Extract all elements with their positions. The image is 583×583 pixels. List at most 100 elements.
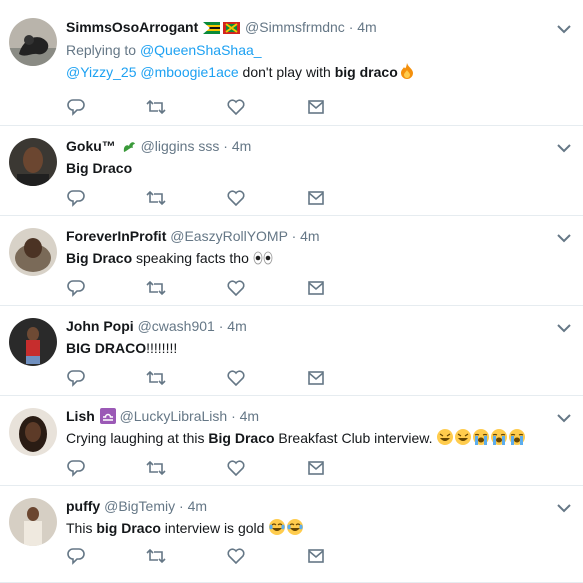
envelope-icon[interactable] bbox=[306, 188, 326, 208]
timestamp[interactable]: 4m bbox=[300, 228, 319, 244]
chevron-down-icon[interactable] bbox=[557, 503, 571, 513]
tweet[interactable]: SimmsOsoArrogant @Simmsfrmdnc · 4m Reply… bbox=[0, 0, 583, 126]
chevron-down-icon[interactable] bbox=[557, 143, 571, 153]
highlight-text: big draco bbox=[334, 64, 398, 80]
avatar[interactable] bbox=[9, 138, 57, 186]
display-name[interactable]: ForeverInProfit bbox=[66, 228, 166, 244]
user-handle[interactable]: @liggins sss bbox=[141, 138, 220, 154]
tweet-feed: SimmsOsoArrogant @Simmsfrmdnc · 4m Reply… bbox=[0, 0, 583, 583]
text-segment: Crying laughing at this bbox=[66, 430, 209, 446]
display-name[interactable]: SimmsOsoArrogant bbox=[66, 19, 198, 35]
tweet[interactable]: Goku™ @liggins sss · 4m Big Draco bbox=[0, 126, 583, 216]
user-handle[interactable]: @cwash901 bbox=[138, 318, 215, 334]
mention-link[interactable]: @QueenShaShaa_ bbox=[140, 42, 262, 58]
avatar[interactable] bbox=[9, 318, 57, 366]
text-segment: interview is gold bbox=[160, 520, 269, 536]
timestamp[interactable]: 4m bbox=[240, 408, 259, 424]
user-handle[interactable]: @EaszyRollYOMP bbox=[170, 228, 287, 244]
avatar[interactable] bbox=[9, 18, 57, 66]
envelope-icon[interactable] bbox=[306, 97, 326, 117]
tweet[interactable]: puffy @BigTemiy · 4m This big Draco inte… bbox=[0, 486, 583, 583]
heart-icon[interactable] bbox=[226, 278, 246, 298]
text-segment: !!!!!!!! bbox=[146, 340, 178, 356]
separator: · bbox=[291, 228, 297, 244]
fire-emoji-icon bbox=[398, 62, 416, 85]
reply-icon[interactable] bbox=[66, 278, 86, 298]
tweet-text: Big Draco bbox=[66, 158, 553, 178]
tweet-text: @Yizzy_25 @mboogie1ace don't play with b… bbox=[66, 62, 553, 85]
sob-emoji-icon bbox=[472, 428, 490, 451]
retweet-icon[interactable] bbox=[146, 546, 166, 566]
chevron-down-icon[interactable] bbox=[557, 233, 571, 243]
separator: · bbox=[223, 138, 228, 154]
retweet-icon[interactable] bbox=[146, 97, 166, 117]
tweet[interactable]: ForeverInProfit @EaszyRollYOMP · 4m Big … bbox=[0, 216, 583, 306]
timestamp[interactable]: 4m bbox=[188, 498, 207, 514]
separator: · bbox=[348, 19, 354, 35]
separator: · bbox=[231, 408, 236, 424]
chevron-down-icon[interactable] bbox=[557, 323, 571, 333]
tweet-actions bbox=[66, 188, 346, 210]
text-segment: This bbox=[66, 520, 97, 536]
dragon-icon bbox=[121, 138, 137, 159]
avatar[interactable] bbox=[9, 408, 57, 456]
user-handle[interactable]: @BigTemiy bbox=[104, 498, 175, 514]
heart-icon[interactable] bbox=[226, 458, 246, 478]
timestamp[interactable]: 4m bbox=[232, 138, 251, 154]
tweet-text: This big Draco interview is gold bbox=[66, 518, 553, 541]
retweet-icon[interactable] bbox=[146, 188, 166, 208]
display-name[interactable]: Lish bbox=[66, 408, 95, 424]
display-name[interactable]: puffy bbox=[66, 498, 100, 514]
tweet-header: Goku™ @liggins sss · 4m bbox=[66, 136, 553, 156]
mention-link[interactable]: @Yizzy_25 bbox=[66, 64, 137, 80]
tweet-header: puffy @BigTemiy · 4m bbox=[66, 496, 553, 516]
text-segment: don't play with bbox=[238, 64, 335, 80]
flag-icons bbox=[203, 20, 241, 40]
reply-icon[interactable] bbox=[66, 368, 86, 388]
avatar[interactable] bbox=[9, 228, 57, 276]
separator: · bbox=[218, 318, 224, 334]
user-handle[interactable]: @Simmsfrmdnc bbox=[245, 19, 345, 35]
eyes-emoji-icon bbox=[253, 250, 273, 271]
display-name[interactable]: Goku™ bbox=[66, 138, 116, 154]
user-handle[interactable]: @LuckyLibraLish bbox=[120, 408, 228, 424]
replying-to: Replying to @QueenShaShaa_ bbox=[66, 40, 553, 60]
heart-icon[interactable] bbox=[226, 368, 246, 388]
timestamp[interactable]: 4m bbox=[227, 318, 246, 334]
highlight-text: BIG DRACO bbox=[66, 340, 147, 356]
reply-icon[interactable] bbox=[66, 458, 86, 478]
chevron-down-icon[interactable] bbox=[557, 24, 571, 34]
sob-emoji-icon bbox=[490, 428, 508, 451]
retweet-icon[interactable] bbox=[146, 458, 166, 478]
libra-icon bbox=[99, 408, 116, 429]
rofl-emoji-icon bbox=[454, 428, 472, 451]
mention-link[interactable]: @mboogie1ace bbox=[140, 64, 238, 80]
chevron-down-icon[interactable] bbox=[557, 413, 571, 423]
highlight-text: Big Draco bbox=[66, 250, 133, 266]
tweet-header: Lish @LuckyLibraLish · 4m bbox=[66, 406, 553, 426]
retweet-icon[interactable] bbox=[146, 278, 166, 298]
envelope-icon[interactable] bbox=[306, 546, 326, 566]
tweet[interactable]: Lish @LuckyLibraLish · 4m Crying laughin… bbox=[0, 396, 583, 486]
retweet-icon[interactable] bbox=[146, 368, 166, 388]
tweet-header: SimmsOsoArrogant @Simmsfrmdnc · 4m bbox=[66, 17, 553, 37]
display-name[interactable]: John Popi bbox=[66, 318, 134, 334]
avatar[interactable] bbox=[9, 498, 57, 546]
highlight-text: Big Draco bbox=[66, 160, 133, 176]
heart-icon[interactable] bbox=[226, 546, 246, 566]
reply-icon[interactable] bbox=[66, 188, 86, 208]
highlight-text: big Draco bbox=[96, 520, 161, 536]
joy-emoji-icon bbox=[286, 518, 304, 541]
tweet-text: Crying laughing at this Big Draco Breakf… bbox=[66, 428, 553, 451]
timestamp[interactable]: 4m bbox=[357, 19, 376, 35]
envelope-icon[interactable] bbox=[306, 278, 326, 298]
reply-icon[interactable] bbox=[66, 546, 86, 566]
envelope-icon[interactable] bbox=[306, 458, 326, 478]
tweet-actions bbox=[66, 278, 346, 300]
text-segment: speaking facts tho bbox=[132, 250, 253, 266]
heart-icon[interactable] bbox=[226, 97, 246, 117]
reply-icon[interactable] bbox=[66, 97, 86, 117]
heart-icon[interactable] bbox=[226, 188, 246, 208]
tweet[interactable]: John Popi @cwash901 · 4m BIG DRACO!!!!!!… bbox=[0, 306, 583, 396]
envelope-icon[interactable] bbox=[306, 368, 326, 388]
